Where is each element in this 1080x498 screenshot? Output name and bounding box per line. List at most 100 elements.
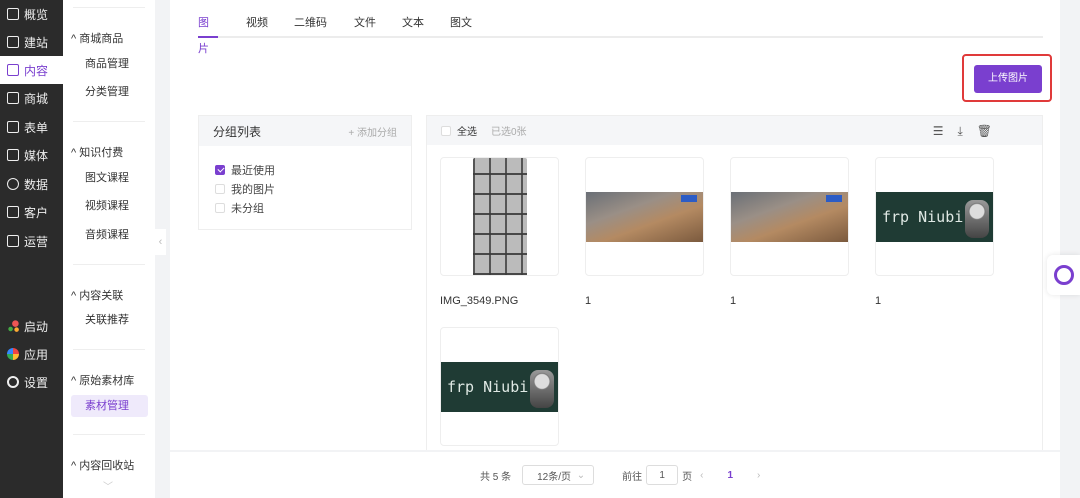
nav-customer[interactable]: 客户	[0, 198, 63, 226]
image-thumbnail	[731, 191, 848, 242]
nav-label: 内容	[24, 63, 49, 78]
image-card[interactable]	[585, 157, 704, 276]
video-icon	[7, 149, 19, 161]
tab-image[interactable]: 图片	[198, 10, 218, 55]
document-icon	[7, 64, 19, 76]
prev-page-icon[interactable]: ‹	[700, 470, 703, 481]
image-thumbnail	[586, 191, 703, 242]
image-card[interactable]	[440, 157, 559, 276]
submenu-related[interactable]: 关联推荐	[71, 309, 148, 331]
group-item-mine[interactable]: 我的图片	[199, 179, 411, 198]
nav-label: 建站	[24, 35, 49, 50]
material-tabs: 图片 视频 二维码 文件 文本 图文	[198, 10, 1043, 55]
tab-qrcode[interactable]: 二维码	[294, 10, 354, 36]
group-title: 原始素材库	[79, 375, 135, 387]
tab-file[interactable]: 文件	[354, 10, 402, 36]
add-group-button[interactable]: + 添加分组	[348, 124, 397, 139]
nav-media[interactable]: 媒体	[0, 141, 63, 169]
image-overlay-text: frp Niubi	[882, 207, 964, 226]
checkbox[interactable]	[215, 202, 225, 213]
pie-chart-icon	[7, 178, 19, 190]
nav-settings[interactable]: 设置	[0, 368, 63, 396]
submenu-audio-course[interactable]: 音频课程	[71, 224, 148, 246]
next-page-icon[interactable]: ›	[757, 470, 760, 481]
main-sidebar: 概览 建站 内容 商城 表单 媒体 数据 客户 运营 启动 应用 设置	[0, 0, 63, 498]
group-title: 内容回收站	[79, 460, 135, 472]
nav-data[interactable]: 数据	[0, 170, 63, 198]
nav-label: 启动	[24, 319, 49, 334]
group-item-ungrouped[interactable]: 未分组	[199, 198, 411, 217]
submenu-article-course[interactable]: 图文课程	[71, 167, 148, 189]
divider	[73, 434, 145, 435]
upload-image-button[interactable]: 上传图片	[974, 65, 1042, 93]
submenu-video-course[interactable]: 视频课程	[71, 195, 148, 217]
nav-label: 商城	[24, 91, 49, 106]
submenu-goods-manage[interactable]: 商品管理	[71, 53, 148, 75]
pagination: 共 5 条 12条/页 ⌄ 前往 1 页 ‹ 1 ›	[170, 452, 1060, 498]
trash-icon[interactable]: 🗑	[977, 124, 992, 139]
paperclip-icon	[7, 235, 19, 247]
user-icon	[7, 206, 19, 218]
home-icon	[7, 36, 19, 48]
group-label: 最近使用	[231, 164, 275, 177]
nav-content[interactable]: 内容	[0, 56, 63, 84]
page-suffix: 页	[682, 471, 693, 483]
image-name: IMG_3549.PNG	[440, 295, 519, 307]
group-item-recent[interactable]: 最近使用	[199, 160, 411, 179]
group-list: 分组列表 + 添加分组 最近使用 我的图片 未分组	[198, 115, 412, 230]
image-card[interactable]: frp Niubi	[875, 157, 994, 276]
tab-text[interactable]: 文本	[402, 10, 450, 36]
submenu-category-manage[interactable]: 分类管理	[71, 81, 148, 103]
nav-site[interactable]: 建站	[0, 28, 63, 56]
select-all-checkbox[interactable]	[441, 125, 451, 136]
image-thumbnail: frp Niubi	[876, 191, 993, 242]
image-card[interactable]: frp Niubi	[440, 327, 559, 446]
nav-operation[interactable]: 运营	[0, 227, 63, 255]
nav-form[interactable]: 表单	[0, 113, 63, 141]
group-label: 我的图片	[231, 183, 275, 196]
form-icon	[7, 121, 19, 133]
nav-mall[interactable]: 商城	[0, 84, 63, 112]
checkbox[interactable]	[215, 164, 225, 175]
nav-apps[interactable]: 应用	[0, 340, 63, 368]
nav-label: 概览	[24, 7, 49, 22]
material-panel: 图片 视频 二维码 文件 文本 图文 上传图片 分组列表 + 添加分组 最近使用 …	[170, 0, 1060, 450]
divider	[73, 264, 145, 265]
nav-label: 媒体	[24, 148, 49, 163]
page-input[interactable]: 1	[646, 465, 679, 485]
divider	[73, 121, 145, 122]
nav-overview[interactable]: 概览	[0, 0, 63, 28]
group-raw-material[interactable]: ^ 原始素材库	[71, 372, 134, 388]
divider	[73, 7, 145, 8]
group-recycle-bin[interactable]: ^ 内容回收站	[71, 457, 134, 473]
image-card[interactable]	[730, 157, 849, 276]
content-submenu: ^ 商城商品 商品管理 分类管理 ^ 知识付费 图文课程 视频课程 音频课程 ^…	[63, 0, 155, 498]
group-knowledge[interactable]: ^ 知识付费	[71, 144, 123, 160]
launch-icon	[7, 320, 19, 332]
collapse-sidebar-button[interactable]: ‹	[155, 229, 166, 255]
nav-label: 应用	[24, 347, 49, 362]
image-name: 1	[875, 295, 882, 307]
submenu-material-manage[interactable]: 素材管理	[71, 395, 148, 417]
image-thumbnail	[472, 158, 527, 275]
nav-label: 表单	[24, 120, 49, 135]
customer-service-button[interactable]	[1047, 255, 1080, 295]
download-icon[interactable]: ⤓	[957, 124, 962, 139]
group-content-link[interactable]: ^ 内容关联	[71, 287, 123, 303]
filter-settings-icon[interactable]: ☰	[933, 124, 944, 139]
page-size-select[interactable]: 12条/页 ⌄	[522, 465, 595, 485]
current-page[interactable]: 1	[727, 470, 733, 481]
tab-article[interactable]: 图文	[450, 10, 498, 36]
group-mall-goods[interactable]: ^ 商城商品	[71, 30, 123, 46]
cart-icon	[7, 92, 19, 104]
chevron-down-icon[interactable]: ﹀	[103, 478, 113, 493]
nav-launch[interactable]: 启动	[0, 312, 63, 340]
total-count: 共 5 条	[480, 471, 512, 483]
tab-video[interactable]: 视频	[246, 10, 294, 36]
checkbox[interactable]	[215, 183, 225, 194]
page-size-value: 12条/页	[537, 471, 572, 483]
gear-icon	[7, 376, 19, 388]
select-all-label[interactable]: 全选	[457, 123, 477, 138]
image-name: 1	[730, 295, 737, 307]
nav-label: 运营	[24, 234, 49, 249]
